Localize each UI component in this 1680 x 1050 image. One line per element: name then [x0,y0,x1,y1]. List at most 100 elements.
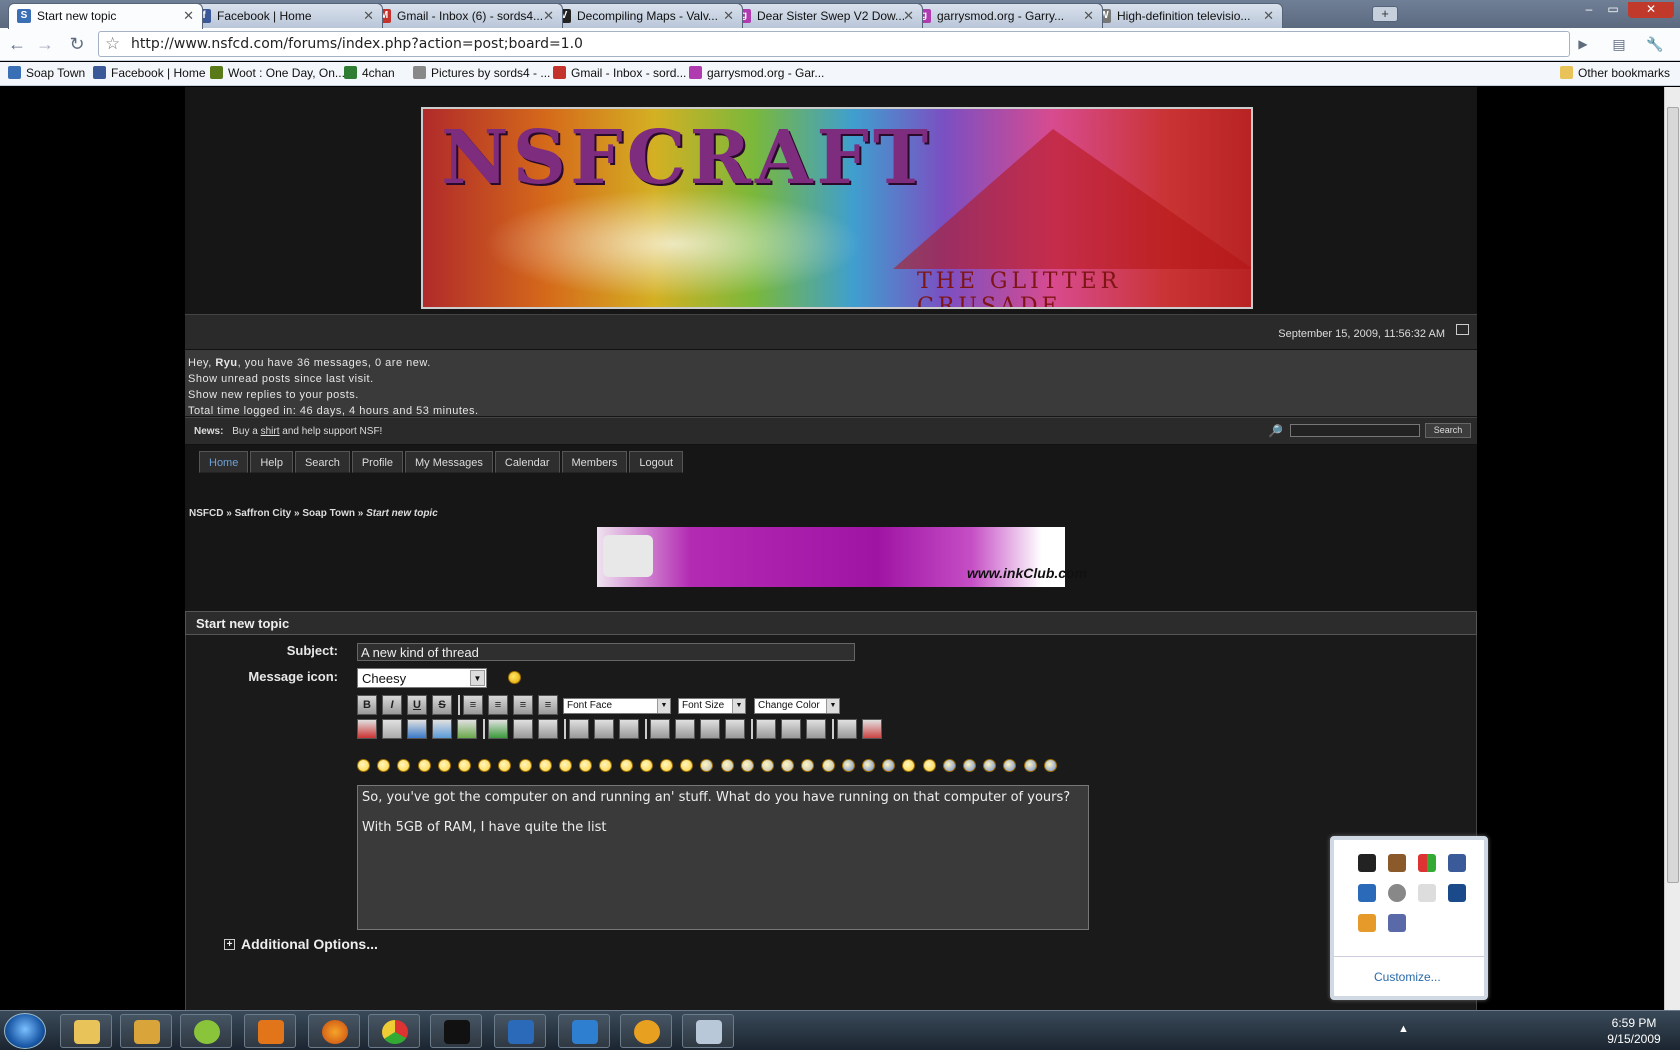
italic-button[interactable]: I [382,695,402,715]
app-taskbar-button[interactable] [120,1014,172,1048]
customize-link[interactable]: Customize... [1374,970,1441,984]
subject-input[interactable]: A new kind of thread [357,643,855,661]
upload-button[interactable] [457,719,477,739]
insert-special-button[interactable] [725,719,745,739]
menu-item-logout[interactable]: Logout [629,451,684,473]
close-tab-icon[interactable]: ✕ [1263,8,1274,24]
close-tab-icon[interactable]: ✕ [363,8,374,24]
shadow-button[interactable] [513,719,533,739]
smiley-icon[interactable] [781,759,795,772]
breadcrumb-link[interactable]: Soap Town [302,508,355,519]
expand-icon[interactable]: + [224,939,235,950]
bookmark-item[interactable]: Facebook | Home [93,66,206,80]
numbered-list-button[interactable] [781,719,801,739]
menu-item-calendar[interactable]: Calendar [494,451,560,473]
scrollbar-thumb[interactable] [1667,107,1679,883]
insert-email-button[interactable] [432,719,452,739]
explorer-taskbar-button[interactable] [60,1014,112,1048]
wrench-icon[interactable]: 🔧 [1642,33,1668,55]
justify-button[interactable]: ≡ [538,695,558,715]
smiley-icon[interactable] [478,759,492,772]
smiley-icon[interactable] [841,759,855,772]
tray-app-icon[interactable] [1418,854,1436,872]
back-icon[interactable]: ← [4,33,30,55]
smiley-icon[interactable] [862,759,875,772]
smiley-icon[interactable] [437,759,451,772]
new-tab-button[interactable]: + [1372,6,1398,22]
bookmark-item[interactable]: Soap Town [8,66,85,80]
smiley-icon[interactable] [1003,759,1017,772]
bookmark-item[interactable]: Woot : One Day, On... [210,66,345,80]
marquee-button[interactable] [538,719,558,739]
garrysmod-taskbar-button[interactable] [558,1014,610,1048]
collapse-icon[interactable] [1456,324,1469,335]
bookmark-item[interactable]: Gmail - Inbox - sord... [553,66,686,80]
tab-2[interactable]: f Facebook | Home ✕ [188,3,383,28]
smiley-icon[interactable] [922,759,936,772]
tab-3[interactable]: M Gmail - Inbox (6) - sords4... ✕ [368,3,563,28]
reload-icon[interactable]: ↻ [64,33,90,55]
smiley-icon[interactable] [821,759,835,772]
additional-options-toggle[interactable]: + Additional Options... [224,936,378,952]
menu-item-my-messages[interactable]: My Messages [405,451,493,473]
smiley-icon[interactable] [397,759,411,772]
tray-app-icon[interactable] [1358,884,1376,902]
other-bookmarks[interactable]: Other bookmarks [1560,66,1670,80]
menu-item-home[interactable]: Home [199,451,249,473]
close-tab-icon[interactable]: ✕ [723,8,734,24]
smiley-icon[interactable] [579,759,593,772]
tab-6[interactable]: g garrysmod.org - Garry... ✕ [908,3,1103,28]
menu-item-members[interactable]: Members [561,451,628,473]
tray-app-icon[interactable] [1388,884,1406,902]
bullet-list-button[interactable] [756,719,776,739]
tray-app-icon[interactable] [1358,914,1376,932]
breadcrumb-link[interactable]: NSFCD [189,508,223,519]
smiley-icon[interactable] [417,759,431,772]
username[interactable]: Ryu [215,357,237,369]
tray-app-icon[interactable] [1448,854,1466,872]
smiley-icon[interactable] [538,759,552,772]
tray-app-icon[interactable] [1358,854,1376,872]
smiley-icon[interactable] [458,759,471,772]
message-icon-select[interactable]: Cheesy ▼ [357,668,487,688]
smiley-icon[interactable] [518,759,532,772]
quote-button[interactable] [700,719,720,739]
font-face-select[interactable]: Font Face ▼ [563,698,671,714]
smiley-icon[interactable] [559,759,572,772]
smiley-icon[interactable] [740,759,754,772]
smiley-icon[interactable] [700,759,714,772]
star-icon[interactable]: ☆ [105,34,120,54]
play-icon[interactable]: ▶ [1570,33,1596,55]
smiley-icon[interactable] [720,759,734,772]
menu-item-search[interactable]: Search [294,451,350,473]
app-taskbar-button[interactable] [180,1014,232,1048]
smiley-icon[interactable] [1043,759,1057,772]
address-bar[interactable]: ☆ http://www.nsfcd.com/forums/index.php?… [98,31,1570,57]
close-tab-icon[interactable]: ✕ [903,8,914,24]
tab-1[interactable]: S Start new topic ✕ [8,3,203,29]
forward-icon[interactable]: → [32,33,58,55]
smiley-icon[interactable] [599,759,613,772]
remove-format-button[interactable] [862,719,882,739]
smiley-icon[interactable] [902,759,916,772]
ad-banner[interactable]: www.inkClub.com [597,527,1087,587]
message-textarea[interactable]: So, you've got the computer on and runni… [357,785,1089,930]
insert-link-button[interactable] [407,719,427,739]
smiley-icon[interactable] [801,759,815,772]
bookmark-item[interactable]: garrysmod.org - Gar... [689,66,824,80]
chrome-taskbar-button[interactable] [368,1014,420,1048]
smiley-icon[interactable] [882,759,896,772]
smiley-icon[interactable] [498,759,512,772]
steam-taskbar-button[interactable] [430,1014,482,1048]
tab-4[interactable]: V Decompiling Maps - Valv... ✕ [548,3,743,28]
close-tab-icon[interactable]: ✕ [1083,8,1094,24]
halflife2-taskbar-button[interactable] [620,1014,672,1048]
calculator-taskbar-button[interactable] [682,1014,734,1048]
code-button[interactable] [675,719,695,739]
greeting-suffix[interactable]: , you have 36 messages, 0 are new. [238,357,431,369]
chevron-down-icon[interactable]: ▼ [470,670,485,686]
show-hidden-icons[interactable]: ▲ [1398,1023,1409,1035]
breadcrumb-link[interactable]: Saffron City [235,508,292,519]
forum-search-button[interactable]: Search [1425,423,1471,438]
close-window-button[interactable]: ✕ [1628,2,1674,18]
